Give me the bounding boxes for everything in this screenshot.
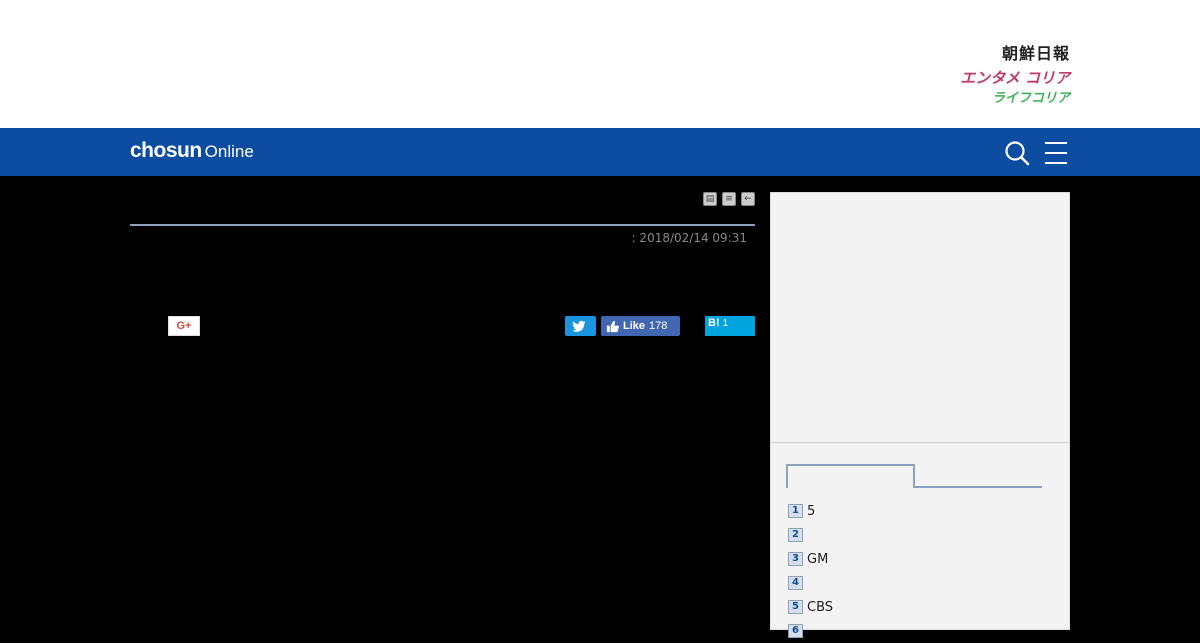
article-date: : 2018/02/14 09:31 [631, 231, 747, 245]
thumbs-up-icon [606, 320, 619, 332]
ranking-item[interactable]: 4 [788, 571, 833, 595]
brand-link-chosun[interactable]: 朝鮮日報 [960, 44, 1070, 64]
hatena-count: 1 [722, 318, 729, 329]
ranking-item[interactable]: 3 GM [788, 547, 833, 571]
hatena-bookmark-button[interactable]: B! 1 [705, 316, 755, 336]
tab-ranking-inactive[interactable] [915, 486, 1042, 488]
rank-number: 3 [788, 552, 803, 566]
rank-title: CBS [807, 599, 834, 615]
back-icon[interactable]: ← [741, 192, 755, 206]
rank-title: 5 [807, 503, 816, 519]
ranking-tabs [786, 464, 1042, 488]
brand-links: 朝鮮日報 エンタメ コリア ライフコリア [960, 44, 1070, 109]
rank-number: 2 [788, 528, 803, 542]
print-icon[interactable]: ▤ [703, 192, 717, 206]
tweet-button[interactable] [565, 316, 596, 336]
ranking-item[interactable]: 6 [788, 619, 833, 643]
logo-text-light: Online [204, 142, 254, 161]
nav-bar: chosun Online [0, 128, 1200, 176]
ad-slot [771, 193, 1069, 443]
brand-link-entame[interactable]: エンタメ コリア [960, 67, 1070, 89]
fb-like-label: Like [623, 320, 646, 332]
rank-number: 1 [788, 504, 803, 518]
rank-title: GM [807, 551, 829, 567]
ranking-item[interactable]: 5 CBS [788, 595, 833, 619]
gplus-label: G+ [176, 320, 192, 332]
fb-like-count: 178 [649, 320, 668, 332]
article-toolbar: ▤ ≡ ← [703, 192, 755, 206]
search-icon[interactable] [1004, 140, 1030, 166]
list-icon[interactable]: ≡ [722, 192, 736, 206]
ranking-list: 1 5 2 3 GM 4 5 CBS 6 [788, 499, 833, 643]
menu-icon[interactable] [1043, 140, 1069, 166]
article-area: ▤ ≡ ← : 2018/02/14 09:31 G+ Like 178 B! … [130, 176, 755, 630]
brand-link-life[interactable]: ライフコリア [960, 89, 1070, 109]
ranking-item[interactable]: 2 [788, 523, 833, 547]
tab-ranking-active[interactable] [786, 464, 915, 488]
hatena-label: B! [708, 317, 720, 329]
gplus-share-button[interactable]: G+ [168, 316, 200, 336]
rank-number: 4 [788, 576, 803, 590]
facebook-like-button[interactable]: Like 178 [601, 316, 680, 336]
logo-text-bold: chosun [130, 139, 202, 162]
twitter-icon [572, 320, 586, 332]
title-divider [130, 224, 755, 226]
rank-number: 5 [788, 600, 803, 614]
ranking-item[interactable]: 1 5 [788, 499, 833, 523]
top-header: 朝鮮日報 エンタメ コリア ライフコリア [0, 0, 1200, 128]
sidebar: 1 5 2 3 GM 4 5 CBS 6 [770, 192, 1070, 638]
rank-number: 6 [788, 624, 803, 638]
site-logo[interactable]: chosun Online [130, 138, 254, 166]
